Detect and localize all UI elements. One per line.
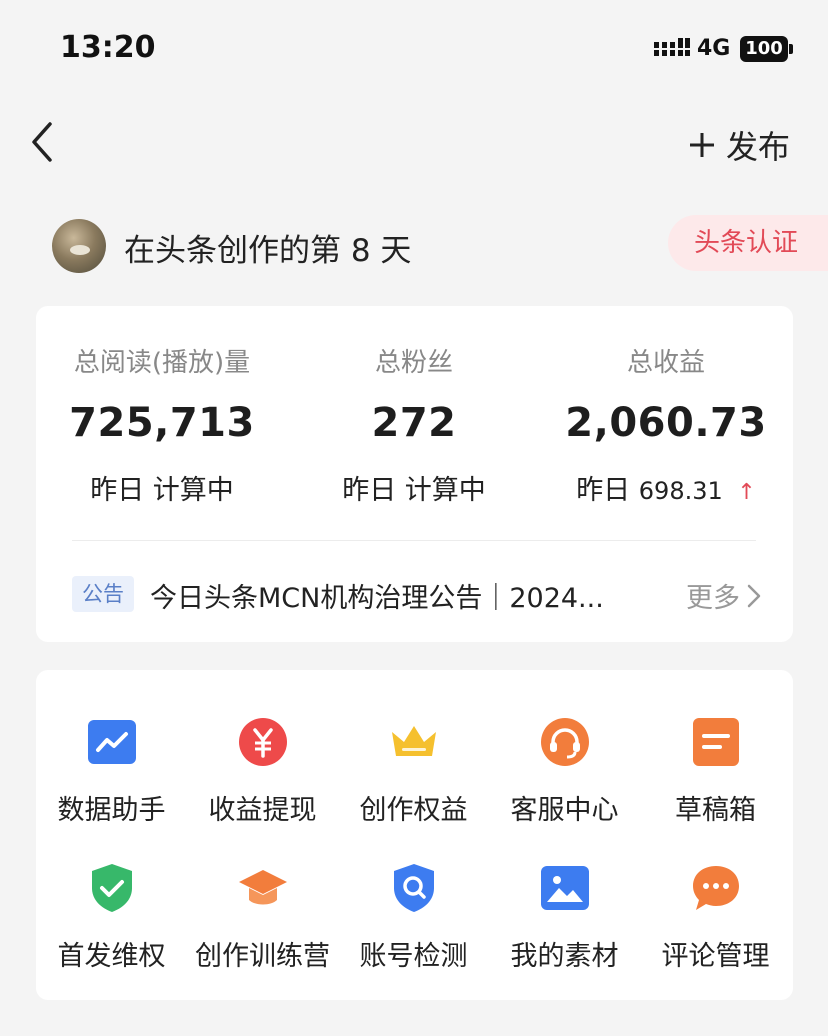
image-icon [541,866,589,910]
draft-icon [693,718,739,766]
notice-text[interactable]: 今日头条MCN机构治理公告｜2024... [150,576,604,615]
profile-row: 在头条创作的第 8 天 头条认证 [0,215,828,279]
tool-label: 创作权益 [359,795,468,826]
creation-days-text: 在头条创作的第 8 天 [124,233,412,269]
chart-icon [88,720,136,764]
tool-my-materials[interactable]: 我的素材 [489,862,640,992]
battery-icon: 100 [740,36,793,62]
stat-sub-value: 计算中 [152,475,234,506]
tool-label: 客服中心 [510,795,619,826]
chevron-right-icon [747,584,761,607]
nav-bar: 发布 [0,110,828,180]
tool-label: 评论管理 [661,941,770,972]
tool-creator-rights[interactable]: 创作权益 [338,716,489,846]
tool-label: 收益提现 [208,795,317,826]
stat-label: 总粉丝 [374,348,453,378]
tool-data-assistant[interactable]: 数据助手 [36,716,187,846]
tool-label: 草稿箱 [675,795,756,826]
tool-label: 我的素材 [510,941,619,972]
stat-sub-prefix: 昨日 [90,475,145,506]
tool-label: 账号检测 [359,941,468,972]
tool-account-check[interactable]: 账号检测 [338,862,489,992]
arrow-up-icon: ↑ [737,480,756,505]
stat-value: 2,060.73 [565,400,767,446]
notice-more-label: 更多 [686,583,740,614]
tools-grid: 数据助手 收益提现 创作权益 客服中心 草稿箱 首发维权 创作训练营 账号检测 … [36,670,793,1000]
tool-label: 创作训练营 [195,941,330,972]
signal-icon [654,38,690,56]
stat-sub: 昨日 计算中 [36,468,288,507]
tool-comment-management[interactable]: 评论管理 [640,862,791,992]
tool-income-withdraw[interactable]: 收益提现 [187,716,338,846]
graduation-cap-icon [239,870,287,905]
stat-sub-prefix: 昨日 [342,475,397,506]
tool-label: 数据助手 [57,795,166,826]
comment-icon [693,866,739,910]
yuan-icon [239,718,287,766]
crown-icon [392,726,436,756]
stat-sub: 昨日 计算中 [288,468,540,507]
tool-creator-bootcamp[interactable]: 创作训练营 [187,862,338,992]
search-shield-icon [394,864,434,912]
stat-sub-prefix: 昨日 [576,475,631,506]
stat-sub-value: 计算中 [404,475,486,506]
publish-label: 发布 [725,128,790,166]
stat-label: 总收益 [626,348,705,378]
divider [72,540,756,541]
tool-label: 首发维权 [57,941,166,972]
tool-customer-service[interactable]: 客服中心 [489,716,640,846]
tool-original-protection[interactable]: 首发维权 [36,862,187,992]
notice-row[interactable]: 公告 今日头条MCN机构治理公告｜2024... 更多 [72,572,762,616]
status-bar: 13:20 4G 100 [0,0,828,100]
notice-tag: 公告 [72,576,134,612]
status-time: 13:20 [60,30,156,65]
stat-sub-value: 698.31 [638,477,723,505]
stat-sub: 昨日 698.31 ↑ [540,468,792,507]
plus-icon [689,133,714,157]
publish-button[interactable]: 发布 [688,122,790,168]
back-icon[interactable] [28,120,58,164]
stat-value: 272 [371,400,457,446]
stat-label: 总阅读(播放)量 [73,348,251,378]
headset-icon [541,718,589,766]
stats-card: 总阅读(播放)量 725,713 昨日 计算中 总粉丝 272 昨日 计算中 总… [36,306,793,642]
certification-badge[interactable]: 头条认证 [668,215,828,271]
stat-value: 725,713 [69,400,255,446]
network-label: 4G [697,36,731,61]
tool-drafts[interactable]: 草稿箱 [640,716,791,846]
shield-check-icon [92,864,132,912]
notice-more-link[interactable]: 更多 [686,576,762,615]
avatar[interactable] [52,219,106,273]
